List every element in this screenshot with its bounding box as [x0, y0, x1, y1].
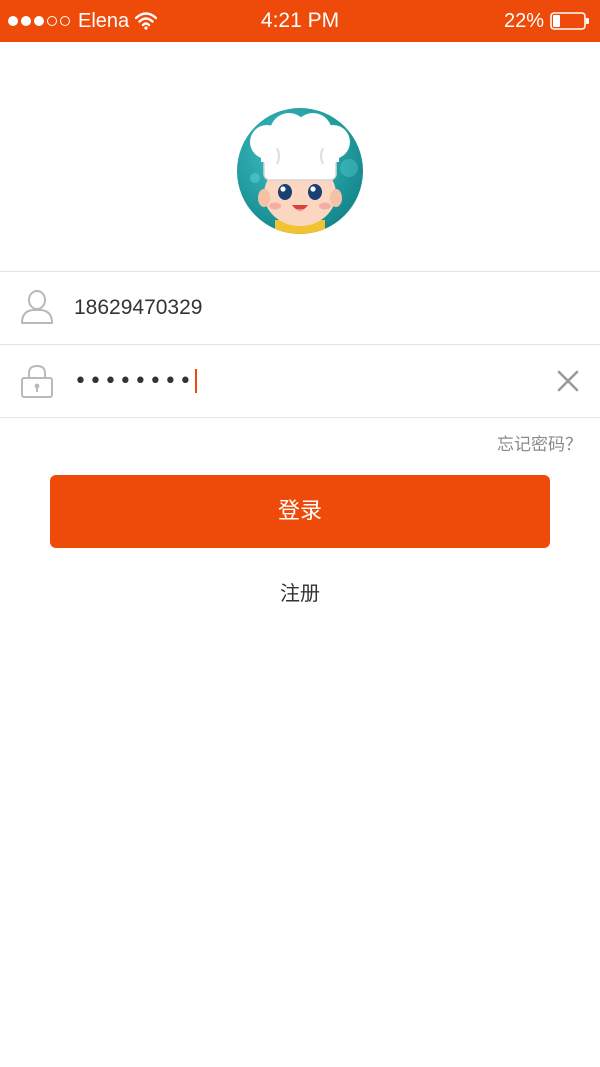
user-icon: [18, 289, 56, 327]
login-button[interactable]: 登录: [50, 475, 550, 548]
battery-icon: [550, 12, 590, 30]
status-right: 22%: [504, 0, 590, 42]
close-icon[interactable]: [556, 369, 580, 393]
password-value: ••••••••: [74, 368, 194, 394]
username-field[interactable]: 18629470329: [74, 272, 202, 344]
text-cursor: [194, 369, 197, 393]
password-field[interactable]: ••••••••: [74, 345, 197, 417]
chef-avatar-icon: [237, 108, 363, 234]
register-link[interactable]: 注册: [0, 577, 600, 606]
lock-icon: [18, 362, 56, 400]
forgot-password-link[interactable]: 忘记密码？: [497, 430, 582, 455]
username-row[interactable]: 18629470329: [0, 271, 600, 344]
battery-percentage: 22%: [503, 9, 544, 32]
password-row[interactable]: ••••••••: [0, 344, 600, 418]
status-bar: Elena 4:21 PM 22%: [0, 0, 600, 42]
